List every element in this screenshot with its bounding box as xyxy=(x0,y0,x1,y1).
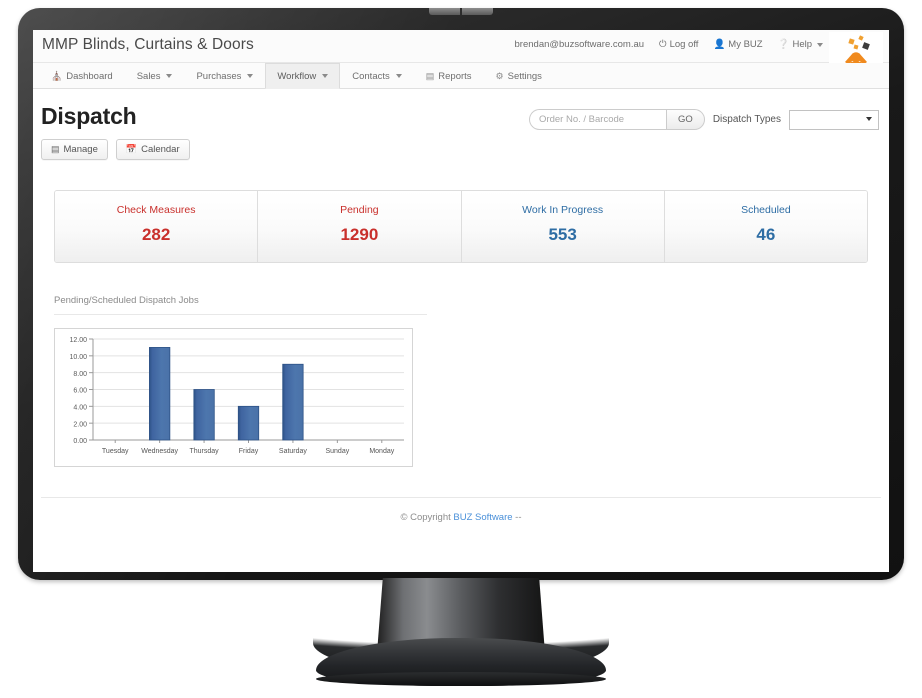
chevron-down-icon xyxy=(322,74,329,78)
nav-item-workflow[interactable]: Workflow xyxy=(265,63,341,89)
chart-icon: ▤ xyxy=(425,70,435,81)
dispatch-types-wrap xyxy=(789,109,879,130)
manage-button[interactable]: ▤ Manage xyxy=(41,139,108,160)
nav-item-sales[interactable]: Sales xyxy=(125,63,185,88)
stat-label: Check Measures xyxy=(116,204,196,216)
chart-section: Pending/Scheduled Dispatch Jobs 0.00 2.00… xyxy=(54,295,868,467)
nav-item-dashboard[interactable]: ⛪ Dashboard xyxy=(39,63,125,88)
monitor-top-clip-line xyxy=(460,8,462,15)
stat-card-scheduled[interactable]: Scheduled 46 xyxy=(664,191,867,262)
svg-text:Thursday: Thursday xyxy=(189,448,219,455)
svg-text:2.00: 2.00 xyxy=(73,421,87,428)
monitor-bezel: MMP Blinds, Curtains & Doors brendan@buz… xyxy=(18,8,904,580)
logoff-link[interactable]: ⏻ Log off xyxy=(659,39,698,50)
user-icon: 👤 xyxy=(713,39,726,50)
mybuz-label: My BUZ xyxy=(728,39,763,50)
nav-label-reports: Reports xyxy=(438,70,472,82)
stat-label: Work In Progress xyxy=(522,204,604,216)
svg-text:Sunday: Sunday xyxy=(325,448,349,455)
copyright-text: © Copyright xyxy=(400,512,454,523)
stat-label: Pending xyxy=(340,204,379,216)
buz-software-link[interactable]: BUZ Software xyxy=(453,512,512,523)
page-body: Dispatch ▤ Manage 📅 Calendar Order No. /… xyxy=(33,89,889,523)
stat-card-check-measures[interactable]: Check Measures 282 xyxy=(55,191,259,262)
main-nav: ⛪ Dashboard Sales Purchases Workflow Con… xyxy=(33,63,889,89)
svg-text:6.00: 6.00 xyxy=(73,388,87,395)
stat-cards: Check Measures 282 Pending 1290 Work In … xyxy=(54,190,868,263)
svg-text:Saturday: Saturday xyxy=(279,448,308,455)
help-menu[interactable]: ❔ Help xyxy=(778,39,823,50)
calendar-label: Calendar xyxy=(141,144,180,155)
question-circle-icon: ❔ xyxy=(777,39,790,50)
nav-label-dashboard: Dashboard xyxy=(66,70,113,82)
chart-frame: 0.00 2.00 4.00 6.00 8.00 10.00 12.00 Tuesday Wed… xyxy=(54,328,413,467)
chevron-down-icon xyxy=(247,74,254,78)
dispatch-types-label: Dispatch Types xyxy=(712,114,781,125)
svg-text:12.00: 12.00 xyxy=(69,337,87,344)
dispatch-types-select[interactable] xyxy=(789,109,879,130)
calendar-icon: 📅 xyxy=(125,144,138,154)
svg-text:Wednesday: Wednesday xyxy=(141,448,178,455)
chevron-down-icon xyxy=(395,74,402,78)
home-icon: ⛪ xyxy=(51,70,63,81)
stat-value: 1290 xyxy=(340,225,379,244)
stat-value: 46 xyxy=(756,225,776,244)
svg-text:Tuesday: Tuesday xyxy=(102,448,129,455)
page-action-buttons: ▤ Manage 📅 Calendar xyxy=(41,139,881,160)
calendar-button[interactable]: 📅 Calendar xyxy=(115,139,190,160)
monitor-top-clip xyxy=(429,8,493,15)
page-footer: © Copyright BUZ Software -- xyxy=(41,497,881,523)
stat-card-pending[interactable]: Pending 1290 xyxy=(258,191,462,262)
dispatch-bar-chart: 0.00 2.00 4.00 6.00 8.00 10.00 12.00 Tuesday Wed… xyxy=(69,337,404,455)
grid-icon: ▤ xyxy=(51,144,60,154)
nav-label-workflow: Workflow xyxy=(277,70,317,82)
mybuz-link[interactable]: 👤 My BUZ xyxy=(713,39,762,50)
chevron-down-icon xyxy=(817,42,823,47)
chart-caption: Pending/Scheduled Dispatch Jobs xyxy=(54,295,427,315)
company-title: MMP Blinds, Curtains & Doors xyxy=(42,36,254,53)
monitor-stand-base-lip xyxy=(316,672,606,686)
page-header: Dispatch ▤ Manage 📅 Calendar Order No. /… xyxy=(41,89,881,160)
stat-label: Scheduled xyxy=(741,204,791,216)
app-topbar: MMP Blinds, Curtains & Doors brendan@buz… xyxy=(33,30,889,90)
copyright-suffix: -- xyxy=(512,512,522,523)
search-and-filter-area: GO Dispatch Types xyxy=(529,109,879,130)
chevron-down-icon xyxy=(166,74,173,78)
stat-card-work-in-progress[interactable]: Work In Progress 553 xyxy=(461,191,665,262)
search-input[interactable] xyxy=(529,109,667,130)
manage-label: Manage xyxy=(63,144,98,155)
svg-text:Monday: Monday xyxy=(369,448,394,455)
nav-item-reports[interactable]: ▤ Reports xyxy=(414,63,484,88)
svg-text:8.00: 8.00 xyxy=(73,371,87,378)
logoff-label: Log off xyxy=(669,39,699,50)
user-email: brendan@buzsoftware.com.au xyxy=(514,39,645,50)
topbar-user-links: brendan@buzsoftware.com.au ⏻ Log off 👤 M… xyxy=(515,39,823,50)
nav-label-sales: Sales xyxy=(136,70,161,82)
nav-item-settings[interactable]: ⚙ Settings xyxy=(484,63,554,88)
stat-value: 553 xyxy=(548,225,577,244)
help-label: Help xyxy=(792,39,812,50)
order-search-group: GO xyxy=(529,109,705,130)
nav-label-settings: Settings xyxy=(507,70,542,82)
nav-label-contacts: Contacts xyxy=(352,70,390,82)
power-icon: ⏻ xyxy=(659,39,667,50)
nav-item-contacts[interactable]: Contacts xyxy=(340,63,414,88)
nav-label-purchases: Purchases xyxy=(196,70,242,82)
gears-icon: ⚙ xyxy=(495,70,504,81)
nav-item-purchases[interactable]: Purchases xyxy=(184,63,265,88)
screen-viewport: MMP Blinds, Curtains & Doors brendan@buz… xyxy=(33,30,889,572)
go-button[interactable]: GO xyxy=(666,109,705,130)
desktop-monitor-scene: MMP Blinds, Curtains & Doors brendan@buz… xyxy=(0,0,922,698)
stat-value: 282 xyxy=(141,225,171,244)
svg-text:Friday: Friday xyxy=(239,448,259,455)
svg-text:0.00: 0.00 xyxy=(73,438,87,445)
svg-text:4.00: 4.00 xyxy=(73,405,87,412)
svg-text:10.00: 10.00 xyxy=(69,354,87,361)
